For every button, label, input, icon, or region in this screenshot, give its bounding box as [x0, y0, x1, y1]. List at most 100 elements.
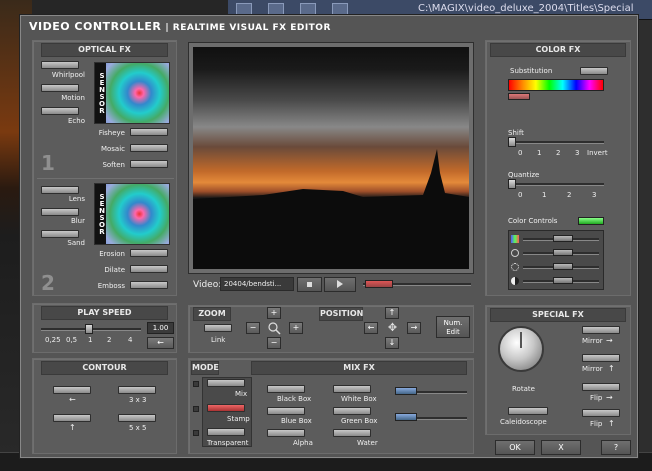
contrast-slider[interactable] — [553, 277, 573, 284]
quantize-track[interactable] — [508, 183, 604, 186]
mirror-horizontal-arrow-icon: → — [606, 336, 613, 345]
stamp-button[interactable] — [207, 404, 245, 412]
blue-box-button[interactable] — [267, 407, 305, 415]
stop-button[interactable] — [297, 277, 322, 292]
play-speed-reset-button[interactable]: ← — [147, 337, 174, 349]
contour-3x3-button[interactable] — [118, 386, 156, 394]
caleidoscope-button[interactable] — [508, 407, 548, 415]
emboss-button[interactable] — [130, 281, 168, 289]
quantize-tick-1: 1 — [542, 191, 547, 199]
shift-slider[interactable] — [508, 137, 516, 147]
ok-button[interactable]: OK — [495, 440, 535, 455]
contour-vertical-button[interactable] — [53, 414, 91, 422]
zoom-link-toggle[interactable] — [204, 324, 232, 332]
water-button[interactable] — [333, 429, 371, 437]
sensor-pad-2[interactable]: SENSOR — [94, 183, 170, 245]
substitution-slider[interactable] — [508, 93, 530, 100]
flip-vertical-label: Flip — [590, 420, 603, 428]
shift-track[interactable] — [508, 141, 604, 144]
mix-amount-slider-1[interactable] — [395, 387, 417, 395]
move-right-button[interactable]: → — [407, 322, 421, 334]
blur-button[interactable] — [41, 208, 79, 216]
erosion-button[interactable] — [130, 249, 168, 257]
rgb-slider[interactable] — [553, 235, 573, 242]
whirlpool-button[interactable] — [41, 61, 79, 69]
move-down-button[interactable]: ↓ — [385, 337, 399, 349]
stamp-checkbox[interactable] — [193, 406, 199, 412]
soften-button[interactable] — [130, 160, 168, 168]
window-title-text: VIDEO CONTROLLER — [29, 20, 162, 33]
green-box-label: Green Box — [341, 417, 378, 425]
mirror-vertical-label: Mirror — [582, 365, 603, 373]
zoom-out-vertical-button[interactable]: − — [267, 337, 281, 349]
lens-button[interactable] — [41, 186, 79, 194]
video-position-slider[interactable] — [365, 280, 393, 288]
zoom-magnifier-icon[interactable] — [268, 320, 281, 335]
cancel-button[interactable]: X — [541, 440, 581, 455]
special-fx-header: SPECIAL FX — [490, 308, 626, 322]
set-2-number: 2 — [41, 271, 55, 295]
contour-5x5-button[interactable] — [118, 414, 156, 422]
color-controls-toggle[interactable] — [578, 217, 604, 225]
dilate-label: Dilate — [104, 266, 125, 274]
quantize-tick-2: 2 — [567, 191, 572, 199]
rotate-dial[interactable] — [498, 326, 544, 372]
play-speed-slider[interactable] — [85, 324, 93, 334]
dilate-button[interactable] — [130, 265, 168, 273]
flip-vertical-arrow-icon: ↑ — [608, 419, 615, 428]
mix-checkbox[interactable] — [193, 381, 199, 387]
mix-amount-slider-2[interactable] — [395, 413, 417, 421]
window-subtitle: | REALTIME VISUAL FX EDITOR — [165, 23, 331, 33]
motion-button[interactable] — [41, 84, 79, 92]
help-button[interactable]: ? — [601, 440, 631, 455]
move-left-button[interactable]: ← — [364, 322, 378, 334]
position-header: POSITION — [319, 307, 363, 321]
contour-horizontal-button[interactable] — [53, 386, 91, 394]
hue-slider[interactable] — [553, 249, 573, 256]
echo-button[interactable] — [41, 107, 79, 115]
quantize-label: Quantize — [508, 171, 540, 179]
black-box-button[interactable] — [267, 385, 305, 393]
mix-button[interactable] — [207, 379, 245, 387]
zoom-out-horizontal-button[interactable]: − — [246, 322, 260, 334]
contour-header: CONTOUR — [41, 361, 168, 375]
white-box-button[interactable] — [333, 385, 371, 393]
rgb-icon — [511, 235, 519, 243]
fisheye-button[interactable] — [130, 128, 168, 136]
mirror-horizontal-button[interactable] — [582, 326, 620, 334]
spectrum-bar[interactable] — [508, 79, 604, 91]
video-file-field[interactable]: 20404/bendsti... — [220, 277, 294, 291]
speed-tick-05: 0,5 — [66, 336, 78, 344]
alpha-button[interactable] — [267, 429, 305, 437]
transparent-button[interactable] — [207, 428, 245, 436]
echo-label: Echo — [68, 117, 85, 125]
mirror-vertical-button[interactable] — [582, 354, 620, 362]
speed-tick-1: 1 — [88, 336, 93, 344]
num-edit-button[interactable]: Num. Edit — [436, 316, 470, 338]
move-up-button[interactable]: ↑ — [385, 307, 399, 319]
play-speed-value[interactable]: 1.00 — [147, 322, 174, 334]
mosaic-button[interactable] — [130, 144, 168, 152]
color-controls-box — [508, 230, 604, 290]
zoom-link-label: Link — [211, 336, 226, 344]
mode-header: MODE — [191, 361, 219, 375]
play-icon — [337, 280, 343, 288]
green-box-button[interactable] — [333, 407, 371, 415]
flip-horizontal-button[interactable] — [582, 383, 620, 391]
flip-vertical-button[interactable] — [582, 409, 620, 417]
sensor-pad-1[interactable]: SENSOR — [94, 62, 170, 124]
preview-frame — [188, 42, 474, 274]
play-button[interactable] — [324, 277, 356, 292]
zoom-in-vertical-button[interactable]: + — [267, 307, 281, 319]
sand-label: Sand — [67, 239, 85, 247]
move-center-icon[interactable]: ✥ — [386, 321, 399, 334]
video-preview[interactable] — [193, 47, 469, 269]
quantize-slider[interactable] — [508, 179, 516, 189]
brightness-slider[interactable] — [553, 263, 573, 270]
substitution-toggle[interactable] — [580, 67, 608, 75]
transparent-checkbox[interactable] — [193, 430, 199, 436]
zoom-in-horizontal-button[interactable]: + — [289, 322, 303, 334]
video-controller-window: VIDEO CONTROLLER | REALTIME VISUAL FX EDI… — [20, 15, 638, 458]
sand-button[interactable] — [41, 230, 79, 238]
caleidoscope-label: Caleidoscope — [500, 418, 547, 426]
